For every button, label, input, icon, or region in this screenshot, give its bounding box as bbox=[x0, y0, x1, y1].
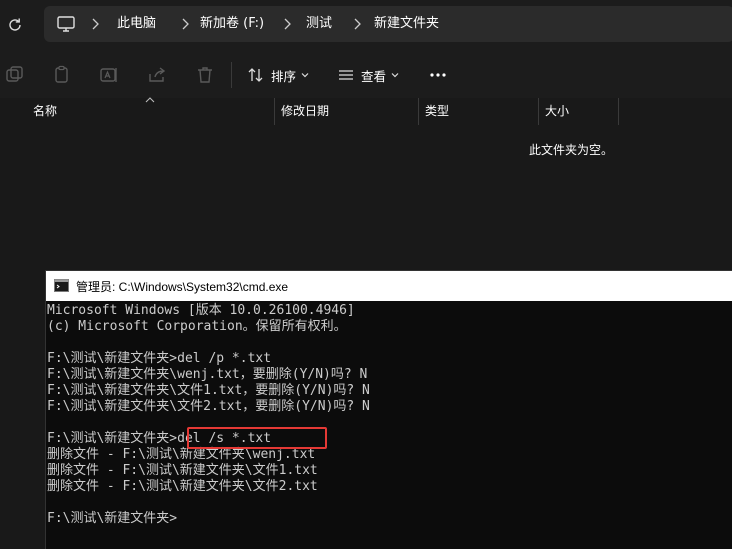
copy-icon[interactable] bbox=[51, 65, 71, 85]
address-bar: 此电脑 新加卷 (F:) 测试 新建文件夹 bbox=[0, 0, 732, 52]
column-header-type[interactable]: 类型 bbox=[425, 98, 449, 125]
chevron-right-icon[interactable] bbox=[282, 17, 292, 31]
console-line: Microsoft Windows [版本 10.0.26100.4946] bbox=[47, 303, 355, 318]
refresh-icon[interactable] bbox=[6, 16, 24, 34]
chevron-down-icon bbox=[301, 73, 309, 78]
column-header-size[interactable]: 大小 bbox=[545, 98, 569, 125]
cmd-title-bar[interactable]: 管理员: C:\Windows\System32\cmd.exe bbox=[46, 271, 732, 301]
console-line: 删除文件 - F:\测试\新建文件夹\文件1.txt bbox=[47, 463, 318, 478]
toolbar-divider bbox=[231, 62, 232, 88]
delete-icon[interactable] bbox=[195, 65, 215, 85]
this-pc-icon[interactable] bbox=[56, 15, 76, 33]
share-icon[interactable] bbox=[147, 65, 167, 85]
cut-icon[interactable] bbox=[4, 65, 24, 85]
breadcrumb-this-pc[interactable]: 此电脑 bbox=[117, 15, 156, 33]
column-divider[interactable] bbox=[418, 98, 419, 125]
cmd-window[interactable]: 管理员: C:\Windows\System32\cmd.exe Microso… bbox=[45, 270, 732, 549]
sort-label: 排序 bbox=[271, 68, 297, 84]
column-header-row: 名称 修改日期 类型 大小 bbox=[0, 97, 732, 126]
chevron-right-icon[interactable] bbox=[352, 17, 362, 31]
breadcrumb-new-folder[interactable]: 新建文件夹 bbox=[374, 15, 439, 33]
view-button[interactable]: 查看 bbox=[337, 64, 400, 86]
sort-ascending-icon bbox=[145, 97, 155, 103]
view-label: 查看 bbox=[361, 68, 387, 84]
column-header-name[interactable]: 名称 bbox=[33, 98, 57, 125]
console-line: 删除文件 - F:\测试\新建文件夹\文件2.txt bbox=[47, 479, 318, 494]
console-prompt[interactable]: F:\测试\新建文件夹> bbox=[47, 511, 177, 527]
rename-icon[interactable] bbox=[99, 65, 119, 85]
sort-icon bbox=[248, 68, 263, 82]
more-options-icon[interactable] bbox=[428, 65, 448, 85]
column-header-date[interactable]: 修改日期 bbox=[281, 98, 329, 125]
console-line: F:\测试\新建文件夹\文件2.txt，要删除(Y/N)吗? N bbox=[47, 399, 370, 414]
breadcrumb-test[interactable]: 测试 bbox=[306, 15, 332, 33]
chevron-right-icon[interactable] bbox=[180, 17, 190, 31]
empty-folder-message: 此文件夹为空。 bbox=[529, 143, 614, 157]
view-icon bbox=[339, 70, 353, 80]
chevron-right-icon[interactable] bbox=[90, 17, 100, 31]
console-line: F:\测试\新建文件夹\文件1.txt，要删除(Y/N)吗? N bbox=[47, 383, 370, 398]
sort-button[interactable]: 排序 bbox=[247, 64, 310, 86]
column-divider[interactable] bbox=[538, 98, 539, 125]
console-line: F:\测试\新建文件夹>del /p *.txt bbox=[47, 351, 272, 366]
breadcrumb[interactable]: 此电脑 新加卷 (F:) 测试 新建文件夹 bbox=[44, 6, 732, 42]
cmd-window-title: 管理员: C:\Windows\System32\cmd.exe bbox=[76, 280, 289, 294]
chevron-down-icon bbox=[391, 73, 399, 78]
column-divider[interactable] bbox=[618, 98, 619, 125]
console-line: (c) Microsoft Corporation。保留所有权利。 bbox=[47, 319, 347, 334]
column-divider[interactable] bbox=[274, 98, 275, 125]
console-line: F:\测试\新建文件夹\wenj.txt，要删除(Y/N)吗? N bbox=[47, 367, 368, 382]
console-line: 删除文件 - F:\测试\新建文件夹\wenj.txt bbox=[47, 447, 316, 462]
breadcrumb-drive-f[interactable]: 新加卷 (F:) bbox=[200, 15, 264, 33]
command-highlight-box bbox=[187, 427, 327, 449]
console-output[interactable]: Microsoft Windows [版本 10.0.26100.4946] (… bbox=[46, 301, 732, 549]
command-bar: 排序 查看 bbox=[0, 52, 732, 99]
cmd-app-icon bbox=[54, 279, 69, 292]
